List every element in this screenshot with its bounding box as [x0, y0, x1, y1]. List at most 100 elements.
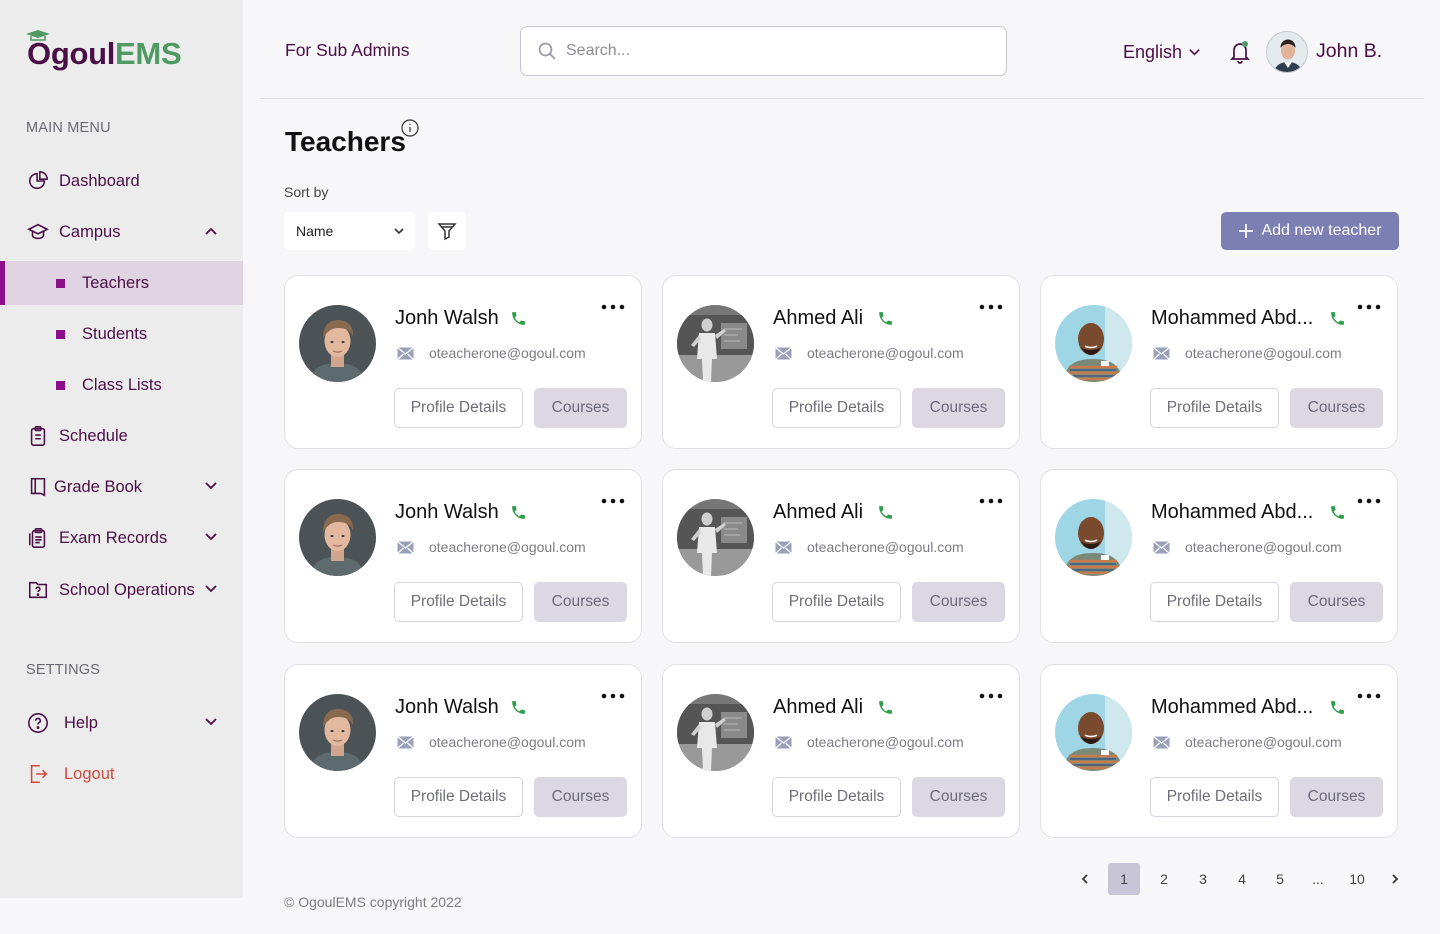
sort-select[interactable]: Name	[284, 212, 415, 250]
phone-icon[interactable]	[1329, 699, 1346, 716]
profile-details-button[interactable]: Profile Details	[1150, 582, 1279, 622]
teacher-email[interactable]: oteacherone@ogoul.com	[429, 345, 586, 361]
teacher-avatar[interactable]	[299, 694, 376, 771]
pagination-page-button[interactable]: 1	[1108, 863, 1140, 895]
courses-button[interactable]: Courses	[912, 388, 1005, 428]
teacher-email[interactable]: oteacherone@ogoul.com	[1185, 345, 1342, 361]
more-options-icon[interactable]	[601, 691, 625, 701]
more-options-icon[interactable]	[1357, 496, 1381, 506]
sidebar-item-exam-records[interactable]: Exam Records	[0, 516, 243, 560]
profile-details-button[interactable]: Profile Details	[394, 777, 523, 817]
phone-icon[interactable]	[877, 504, 894, 521]
pagination-page-button[interactable]: 2	[1148, 863, 1180, 895]
teacher-email[interactable]: oteacherone@ogoul.com	[1185, 734, 1342, 750]
teacher-avatar[interactable]	[299, 305, 376, 382]
pagination-next-button[interactable]	[1383, 863, 1407, 895]
pagination-page-button[interactable]: 5	[1264, 863, 1296, 895]
more-options-icon[interactable]	[601, 302, 625, 312]
phone-icon[interactable]	[510, 504, 527, 521]
sidebar-item-campus[interactable]: Campus	[0, 210, 243, 254]
more-options-icon[interactable]	[979, 496, 1003, 506]
search-box[interactable]	[520, 26, 1007, 76]
phone-icon[interactable]	[510, 310, 527, 327]
sidebar-item-school-operations[interactable]: School Operations	[0, 568, 243, 612]
sidebar-item-grade-book[interactable]: Grade Book	[0, 465, 243, 509]
profile-details-button[interactable]: Profile Details	[772, 777, 901, 817]
more-options-icon[interactable]	[1357, 691, 1381, 701]
teacher-name[interactable]: Jonh Walsh	[395, 696, 499, 719]
profile-details-button[interactable]: Profile Details	[1150, 777, 1279, 817]
more-options-icon[interactable]	[1357, 302, 1381, 312]
teacher-email[interactable]: oteacherone@ogoul.com	[429, 539, 586, 555]
profile-details-button[interactable]: Profile Details	[772, 582, 901, 622]
more-options-icon[interactable]	[979, 302, 1003, 312]
courses-button[interactable]: Courses	[1290, 777, 1383, 817]
phone-icon[interactable]	[1329, 310, 1346, 327]
chevron-down-icon	[205, 585, 217, 593]
teacher-email[interactable]: oteacherone@ogoul.com	[1185, 539, 1342, 555]
phone-icon[interactable]	[1329, 504, 1346, 521]
filter-icon	[437, 223, 457, 241]
phone-icon[interactable]	[877, 310, 894, 327]
notification-bell-icon[interactable]	[1229, 40, 1251, 64]
teacher-name[interactable]: Ahmed Ali	[773, 307, 863, 330]
teacher-avatar[interactable]	[1055, 305, 1132, 382]
sidebar-subitem-class-lists[interactable]: Class Lists	[0, 363, 243, 407]
filter-button[interactable]	[428, 212, 466, 250]
profile-details-button[interactable]: Profile Details	[1150, 388, 1279, 428]
courses-button[interactable]: Courses	[534, 777, 627, 817]
teacher-avatar[interactable]	[1055, 499, 1132, 576]
courses-button[interactable]: Courses	[534, 388, 627, 428]
teacher-name[interactable]: Jonh Walsh	[395, 501, 499, 524]
more-options-icon[interactable]	[601, 496, 625, 506]
search-input[interactable]	[566, 42, 986, 60]
teacher-card: Mohammed Abd... oteacherone@ogoul.com Pr…	[1040, 275, 1398, 449]
sidebar-item-schedule[interactable]: Schedule	[0, 414, 243, 458]
info-icon[interactable]	[401, 119, 419, 137]
teacher-email[interactable]: oteacherone@ogoul.com	[807, 734, 964, 750]
courses-button[interactable]: Courses	[534, 582, 627, 622]
phone-icon[interactable]	[877, 699, 894, 716]
sidebar-subitem-teachers[interactable]: Teachers	[0, 261, 243, 305]
language-selector[interactable]: English	[1123, 42, 1201, 63]
courses-button[interactable]: Courses	[912, 582, 1005, 622]
teacher-avatar[interactable]	[1055, 694, 1132, 771]
teacher-avatar[interactable]	[677, 694, 754, 771]
user-avatar[interactable]	[1266, 31, 1308, 73]
teacher-name[interactable]: Mohammed Abd...	[1151, 501, 1313, 524]
teacher-name[interactable]: Jonh Walsh	[395, 307, 499, 330]
sidebar-subitem-label: Students	[82, 324, 148, 343]
teacher-email[interactable]: oteacherone@ogoul.com	[429, 734, 586, 750]
teacher-name[interactable]: Ahmed Ali	[773, 501, 863, 524]
teacher-name[interactable]: Mohammed Abd...	[1151, 696, 1313, 719]
sidebar-item-logout[interactable]: Logout	[0, 752, 243, 796]
more-options-icon[interactable]	[979, 691, 1003, 701]
profile-details-button[interactable]: Profile Details	[394, 388, 523, 428]
sidebar-subitem-label: Class Lists	[82, 375, 162, 394]
add-new-teacher-button[interactable]: Add new teacher	[1221, 212, 1399, 250]
teacher-email[interactable]: oteacherone@ogoul.com	[807, 345, 964, 361]
sidebar-item-dashboard[interactable]: Dashboard	[0, 159, 243, 203]
pagination-page-button[interactable]: 3	[1187, 863, 1219, 895]
language-label: English	[1123, 42, 1183, 62]
ogoulems-logo[interactable]: Ogoul EMS	[26, 30, 182, 72]
teacher-email[interactable]: oteacherone@ogoul.com	[807, 539, 964, 555]
sidebar-subitem-students[interactable]: Students	[0, 312, 243, 356]
pagination-page-button[interactable]: 10	[1341, 863, 1373, 895]
courses-button[interactable]: Courses	[1290, 388, 1383, 428]
profile-details-button[interactable]: Profile Details	[394, 582, 523, 622]
pagination-page-button[interactable]: 4	[1226, 863, 1258, 895]
user-name[interactable]: John B.	[1316, 40, 1382, 63]
clipboard-icon	[27, 425, 49, 447]
sidebar-item-help[interactable]: Help	[0, 701, 243, 745]
pagination-prev-button[interactable]	[1073, 863, 1097, 895]
courses-button[interactable]: Courses	[1290, 582, 1383, 622]
phone-icon[interactable]	[510, 699, 527, 716]
teacher-name[interactable]: Mohammed Abd...	[1151, 307, 1313, 330]
teacher-name[interactable]: Ahmed Ali	[773, 696, 863, 719]
teacher-avatar[interactable]	[677, 305, 754, 382]
courses-button[interactable]: Courses	[912, 777, 1005, 817]
teacher-avatar[interactable]	[299, 499, 376, 576]
teacher-avatar[interactable]	[677, 499, 754, 576]
profile-details-button[interactable]: Profile Details	[772, 388, 901, 428]
